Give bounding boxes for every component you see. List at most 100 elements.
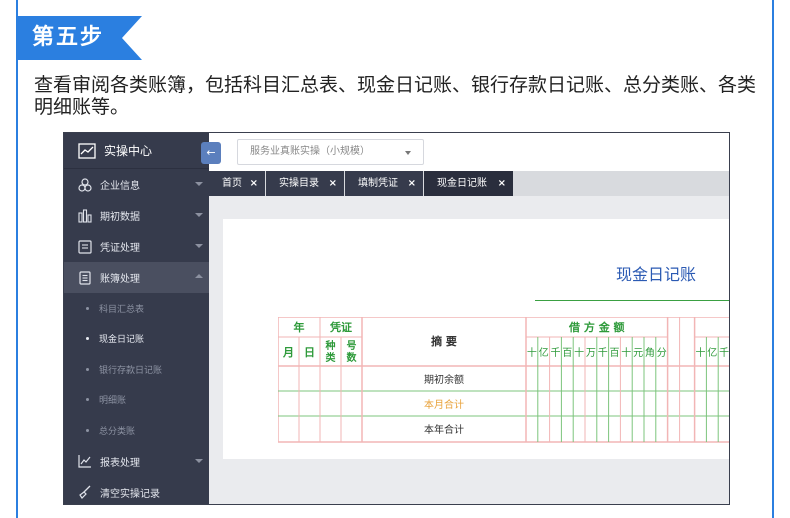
digit-label: 亿 [539, 346, 549, 359]
title-underline [535, 300, 729, 301]
ledger-icon [79, 270, 91, 285]
cash-journal-table: 年凭证月日种类号数摘 要借 方 金 额贷十亿千百十万千百十元角分十亿千百期初余额… [277, 316, 730, 451]
broom-icon [79, 485, 91, 499]
tab-fill-voucher[interactable]: 填制凭证 × [345, 171, 423, 196]
header-voucher: 凭证 [329, 320, 352, 334]
digit-label: 十 [527, 346, 537, 359]
sidebar-item-reports[interactable]: 报表处理 [64, 446, 209, 477]
bullet-icon [86, 367, 89, 371]
digit-label: 角 [645, 347, 655, 359]
sidebar-subitem-label: 明细账 [99, 396, 127, 407]
header-summary: 摘 要 [431, 334, 457, 348]
close-icon[interactable]: × [250, 171, 258, 196]
top-bar: ← 服务业真账实操（小规模） [201, 133, 729, 171]
tab-practice-catalog[interactable]: 实操目录 × [266, 171, 344, 196]
row-summary-text: 本年合计 [424, 423, 464, 436]
header-number: 号 [347, 340, 357, 352]
sidebar-header[interactable]: 实操中心 [64, 133, 209, 169]
header-number: 数 [347, 351, 358, 364]
digit-label: 十 [574, 346, 584, 359]
practice-center-icon [78, 142, 96, 159]
tab-label: 首页 [222, 178, 242, 189]
row-summary-text: 本月合计 [424, 398, 464, 411]
header-year: 年 [294, 320, 305, 334]
tab-home[interactable]: 首页 × [209, 171, 265, 196]
org-icon [78, 177, 92, 192]
chevron-down-icon [195, 182, 203, 186]
tab-label: 实操目录 [279, 178, 319, 189]
chevron-up-icon [195, 274, 203, 278]
digit-label: 千 [598, 347, 608, 359]
bullet-icon [86, 428, 89, 432]
frame-right-border [772, 0, 774, 518]
digit-label: 千 [719, 347, 729, 359]
digit-label: 万 [586, 348, 596, 359]
app-window: 实操中心 企业信息 期初数据 凭证处理 账簿处理 科目汇总表 现金日记账 银行存… [63, 132, 730, 505]
ledger-grid: 年凭证月日种类号数摘 要借 方 金 额贷十亿千百十万千百十元角分十亿千百期初余额… [277, 316, 730, 443]
sidebar-subitem-account-summary[interactable]: 科目汇总表 [64, 293, 209, 324]
digit-label: 千 [551, 347, 561, 359]
step-badge: 第五步 [18, 16, 142, 60]
header-month: 月 [282, 346, 294, 359]
sidebar-item-clear-records[interactable]: 清空实操记录 [64, 477, 209, 505]
close-icon[interactable]: × [408, 171, 416, 196]
sidebar-subitem-detail-ledger[interactable]: 明细账 [64, 385, 209, 416]
collapse-sidebar-button[interactable]: ← [201, 142, 221, 164]
sidebar-subitem-label: 总分类账 [99, 426, 136, 437]
sidebar-subitem-label: 科目汇总表 [99, 304, 145, 315]
sidebar-item-ledger[interactable]: 账簿处理 [64, 262, 209, 293]
header-debit-amount: 借 方 金 额 [568, 320, 625, 334]
sidebar-item-label: 账簿处理 [100, 274, 140, 285]
scenario-select[interactable]: 服务业真账实操（小规模） [237, 139, 424, 165]
step-label: 第五步 [32, 25, 105, 50]
digit-label: 元 [633, 348, 643, 359]
header-credit-amount: 贷 [729, 320, 730, 334]
sidebar-item-label: 报表处理 [100, 457, 140, 469]
tab-bar: 首页 × 实操目录 × 填制凭证 × 现金日记账 × [209, 171, 729, 196]
ledger-title: 现金日记账 [616, 265, 697, 284]
close-icon[interactable]: × [329, 171, 337, 196]
sidebar-subitem-cash-journal[interactable]: 现金日记账 [64, 324, 209, 355]
digit-label: 百 [610, 347, 620, 359]
line-chart-icon [78, 455, 91, 468]
sidebar-item-label: 企业信息 [100, 181, 140, 192]
digit-label: 十 [696, 346, 706, 359]
ledger-panel: 现金日记账 年凭证月日种类号数摘 要借 方 金 额贷十亿千百十万千百十元角分十亿… [223, 219, 730, 459]
sidebar-subitem-label: 银行存款日记账 [99, 365, 163, 376]
bar-chart-icon [78, 208, 92, 223]
digit-label: 分 [657, 347, 667, 359]
digit-label: 百 [562, 347, 572, 359]
header-type: 种 [325, 339, 336, 352]
frame-left-border [16, 0, 18, 518]
row-summary-text: 期初余额 [424, 373, 464, 386]
bullet-icon [86, 306, 89, 310]
sidebar-subitem-bank-journal[interactable]: 银行存款日记账 [64, 354, 209, 385]
close-icon[interactable]: × [498, 171, 506, 196]
sidebar-subitem-label: 现金日记账 [99, 335, 145, 346]
bullet-icon [86, 398, 89, 402]
chevron-down-icon [195, 213, 203, 217]
chevron-down-icon [195, 458, 203, 463]
step-description: 查看审阅各类账簿，包括科目汇总表、现金日记账、银行存款日记账、总分类账、各类明细… [34, 74, 757, 118]
digit-label: 十 [621, 346, 631, 359]
scenario-select-value: 服务业真账实操（小规模） [250, 146, 370, 157]
bullet-icon [86, 337, 89, 341]
header-day: 日 [304, 346, 315, 359]
tab-label: 填制凭证 [358, 178, 398, 189]
sidebar-item-label: 凭证处理 [100, 243, 140, 254]
sidebar-item-label: 期初数据 [100, 212, 140, 223]
sidebar: 实操中心 企业信息 期初数据 凭证处理 账簿处理 科目汇总表 现金日记账 银行存… [64, 133, 209, 505]
sidebar-item-label: 清空实操记录 [100, 488, 160, 500]
sidebar-title: 实操中心 [104, 144, 153, 158]
sidebar-item-voucher[interactable]: 凭证处理 [64, 231, 209, 262]
chevron-down-icon [195, 244, 203, 248]
sidebar-subitem-general-ledger[interactable]: 总分类账 [64, 415, 209, 446]
voucher-icon [78, 239, 92, 254]
digit-label: 亿 [707, 346, 717, 359]
header-type: 类 [326, 351, 336, 364]
sidebar-item-company-info[interactable]: 企业信息 [64, 169, 209, 200]
sidebar-item-opening-data[interactable]: 期初数据 [64, 200, 209, 231]
tab-label: 现金日记账 [437, 178, 487, 189]
tab-cash-journal[interactable]: 现金日记账 × [424, 171, 513, 196]
chevron-down-icon [405, 151, 411, 155]
